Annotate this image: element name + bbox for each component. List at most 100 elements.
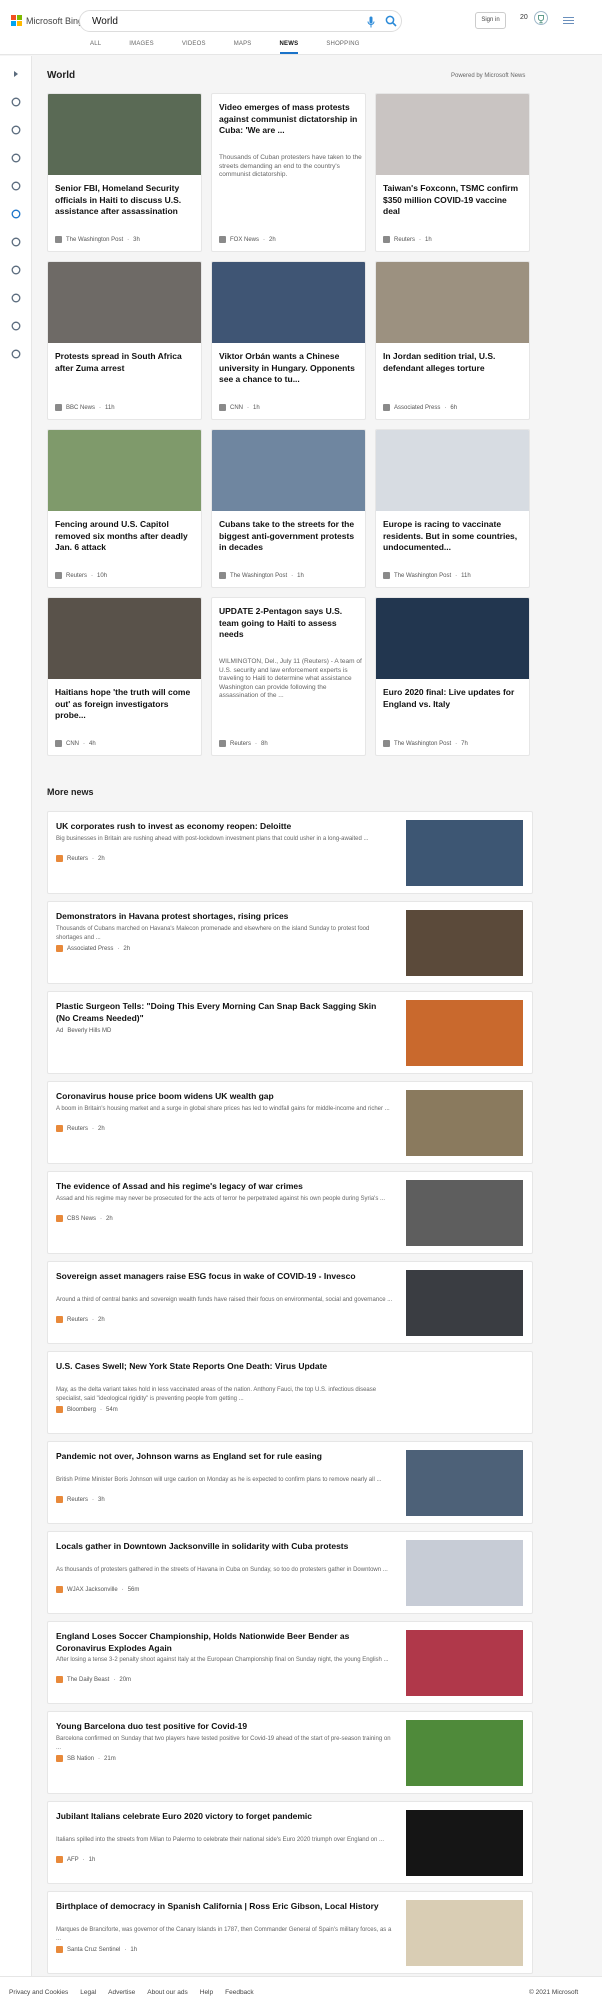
sign-in-button[interactable]: Sign in xyxy=(475,12,506,29)
news-list-item[interactable]: Pandemic not over, Johnson warns as Engl… xyxy=(47,1441,533,1524)
news-title[interactable]: Pandemic not over, Johnson warns as Engl… xyxy=(56,1451,391,1463)
news-title[interactable]: Sovereign asset managers raise ESG focus… xyxy=(56,1271,391,1283)
rewards-trophy-icon[interactable] xyxy=(534,11,548,25)
card-image[interactable] xyxy=(48,598,201,679)
news-source[interactable]: Ad Beverly Hills MD xyxy=(56,1028,111,1034)
news-thumbnail[interactable] xyxy=(406,910,523,976)
card-source[interactable]: Reuters · 10h xyxy=(55,572,107,579)
news-title[interactable]: Demonstrators in Havana protest shortage… xyxy=(56,911,391,923)
expand-icon[interactable] xyxy=(11,66,21,77)
news-source[interactable]: WJAX Jacksonville · 56m xyxy=(56,1586,139,1593)
news-source[interactable]: The Daily Beast · 20m xyxy=(56,1676,131,1683)
card-title[interactable]: In Jordan sedition trial, U.S. defendant… xyxy=(383,351,526,374)
search-box[interactable]: World xyxy=(79,10,402,32)
news-source[interactable]: AFP · 1h xyxy=(56,1856,95,1863)
tab-images[interactable]: IMAGES xyxy=(129,41,154,54)
card-title[interactable]: Europe is racing to vaccinate residents.… xyxy=(383,519,526,554)
news-source[interactable]: Reuters · 3h xyxy=(56,1496,105,1503)
sports-icon[interactable] xyxy=(11,122,21,135)
news-thumbnail[interactable] xyxy=(406,1900,523,1966)
news-title[interactable]: UK corporates rush to invest as economy … xyxy=(56,821,391,833)
news-thumbnail[interactable] xyxy=(406,1180,523,1246)
location-icon[interactable] xyxy=(11,178,21,191)
news-card[interactable]: UPDATE 2-Pentagon says U.S. team going t… xyxy=(211,597,366,756)
news-list-item[interactable]: Plastic Surgeon Tells: "Doing This Every… xyxy=(47,991,533,1074)
news-thumbnail[interactable] xyxy=(406,1270,523,1336)
menu-icon[interactable] xyxy=(563,17,574,24)
footer-link[interactable]: Feedback xyxy=(225,1989,254,1996)
news-source[interactable]: Reuters · 2h xyxy=(56,1125,105,1132)
card-source[interactable]: The Washington Post · 11h xyxy=(383,572,471,579)
news-thumbnail[interactable] xyxy=(406,1540,523,1606)
news-card[interactable]: Euro 2020 final: Live updates for Englan… xyxy=(375,597,530,756)
news-list-item[interactable]: England Loses Soccer Championship, Holds… xyxy=(47,1621,533,1704)
card-title[interactable]: Haitians hope 'the truth will come out' … xyxy=(55,687,198,722)
card-image[interactable] xyxy=(48,430,201,511)
news-card[interactable]: Video emerges of mass protests against c… xyxy=(211,93,366,252)
flag-icon[interactable] xyxy=(11,150,21,163)
card-title[interactable]: Cubans take to the streets for the bigge… xyxy=(219,519,362,554)
card-image[interactable] xyxy=(376,598,529,679)
news-thumbnail[interactable] xyxy=(406,1090,523,1156)
news-title[interactable]: Birthplace of democracy in Spanish Calif… xyxy=(56,1901,391,1913)
news-thumbnail[interactable] xyxy=(406,1720,523,1786)
card-source[interactable]: FOX News · 2h xyxy=(219,236,276,243)
bing-logo[interactable]: Microsoft Bing xyxy=(11,15,83,26)
card-source[interactable]: The Washington Post · 1h xyxy=(219,572,304,579)
card-title[interactable]: Protests spread in South Africa after Zu… xyxy=(55,351,198,374)
card-image[interactable] xyxy=(376,430,529,511)
globe-icon[interactable] xyxy=(11,206,21,219)
card-title[interactable]: Viktor Orbán wants a Chinese university … xyxy=(219,351,362,386)
news-card[interactable]: Senior FBI, Homeland Security officials … xyxy=(47,93,202,252)
news-thumbnail[interactable] xyxy=(406,1000,523,1066)
news-title[interactable]: Locals gather in Downtown Jacksonville i… xyxy=(56,1541,391,1553)
news-source[interactable]: Santa Cruz Sentinel · 1h xyxy=(56,1946,137,1953)
card-source[interactable]: Associated Press · 6h xyxy=(383,404,457,411)
news-list-item[interactable]: Birthplace of democracy in Spanish Calif… xyxy=(47,1891,533,1974)
tab-maps[interactable]: MAPS xyxy=(234,41,252,54)
rewards-count[interactable]: 20 xyxy=(520,14,528,21)
home-icon[interactable] xyxy=(11,94,21,107)
news-title[interactable]: Coronavirus house price boom widens UK w… xyxy=(56,1091,391,1103)
science-icon[interactable] xyxy=(11,234,21,247)
card-source[interactable]: CNN · 1h xyxy=(219,404,260,411)
news-title[interactable]: Young Barcelona duo test positive for Co… xyxy=(56,1721,391,1733)
card-title[interactable]: Senior FBI, Homeland Security officials … xyxy=(55,183,198,218)
news-card[interactable]: Protests spread in South Africa after Zu… xyxy=(47,261,202,420)
footer-link[interactable]: About our ads xyxy=(147,1989,187,1996)
tab-news[interactable]: NEWS xyxy=(279,41,299,54)
search-icon[interactable] xyxy=(385,15,397,27)
card-image[interactable] xyxy=(376,94,529,175)
card-image[interactable] xyxy=(212,430,365,511)
search-input[interactable]: World xyxy=(92,16,118,27)
card-source[interactable]: Reuters · 1h xyxy=(383,236,432,243)
business-icon[interactable] xyxy=(11,346,21,359)
card-image[interactable] xyxy=(376,262,529,343)
news-title[interactable]: U.S. Cases Swell; New York State Reports… xyxy=(56,1361,391,1373)
news-card[interactable]: Fencing around U.S. Capitol removed six … xyxy=(47,429,202,588)
news-title[interactable]: England Loses Soccer Championship, Holds… xyxy=(56,1631,391,1654)
card-title[interactable]: Taiwan's Foxconn, TSMC confirm $350 mill… xyxy=(383,183,526,218)
rocket-icon[interactable] xyxy=(11,262,21,275)
news-card[interactable]: Viktor Orbán wants a Chinese university … xyxy=(211,261,366,420)
news-thumbnail[interactable] xyxy=(406,1450,523,1516)
card-source[interactable]: BBC News · 11h xyxy=(55,404,115,411)
news-list-item[interactable]: The evidence of Assad and his regime's l… xyxy=(47,1171,533,1254)
news-list-item[interactable]: Demonstrators in Havana protest shortage… xyxy=(47,901,533,984)
news-source[interactable]: SB Nation · 21m xyxy=(56,1755,116,1762)
news-card[interactable]: Haitians hope 'the truth will come out' … xyxy=(47,597,202,756)
news-card[interactable]: Taiwan's Foxconn, TSMC confirm $350 mill… xyxy=(375,93,530,252)
card-title[interactable]: Euro 2020 final: Live updates for Englan… xyxy=(383,687,526,710)
news-source[interactable]: Reuters · 2h xyxy=(56,855,105,862)
card-title[interactable]: Fencing around U.S. Capitol removed six … xyxy=(55,519,198,554)
news-card[interactable]: Europe is racing to vaccinate residents.… xyxy=(375,429,530,588)
microphone-icon[interactable] xyxy=(367,16,375,28)
card-title[interactable]: Video emerges of mass protests against c… xyxy=(219,102,362,137)
card-image[interactable] xyxy=(212,262,365,343)
tab-all[interactable]: ALL xyxy=(90,41,101,54)
card-source[interactable]: CNN · 4h xyxy=(55,740,96,747)
footer-link[interactable]: Privacy and Cookies xyxy=(9,1989,68,1996)
news-source[interactable]: Bloomberg · 54m xyxy=(56,1406,118,1413)
footer-link[interactable]: Legal xyxy=(80,1989,96,1996)
news-title[interactable]: Plastic Surgeon Tells: "Doing This Every… xyxy=(56,1001,391,1024)
